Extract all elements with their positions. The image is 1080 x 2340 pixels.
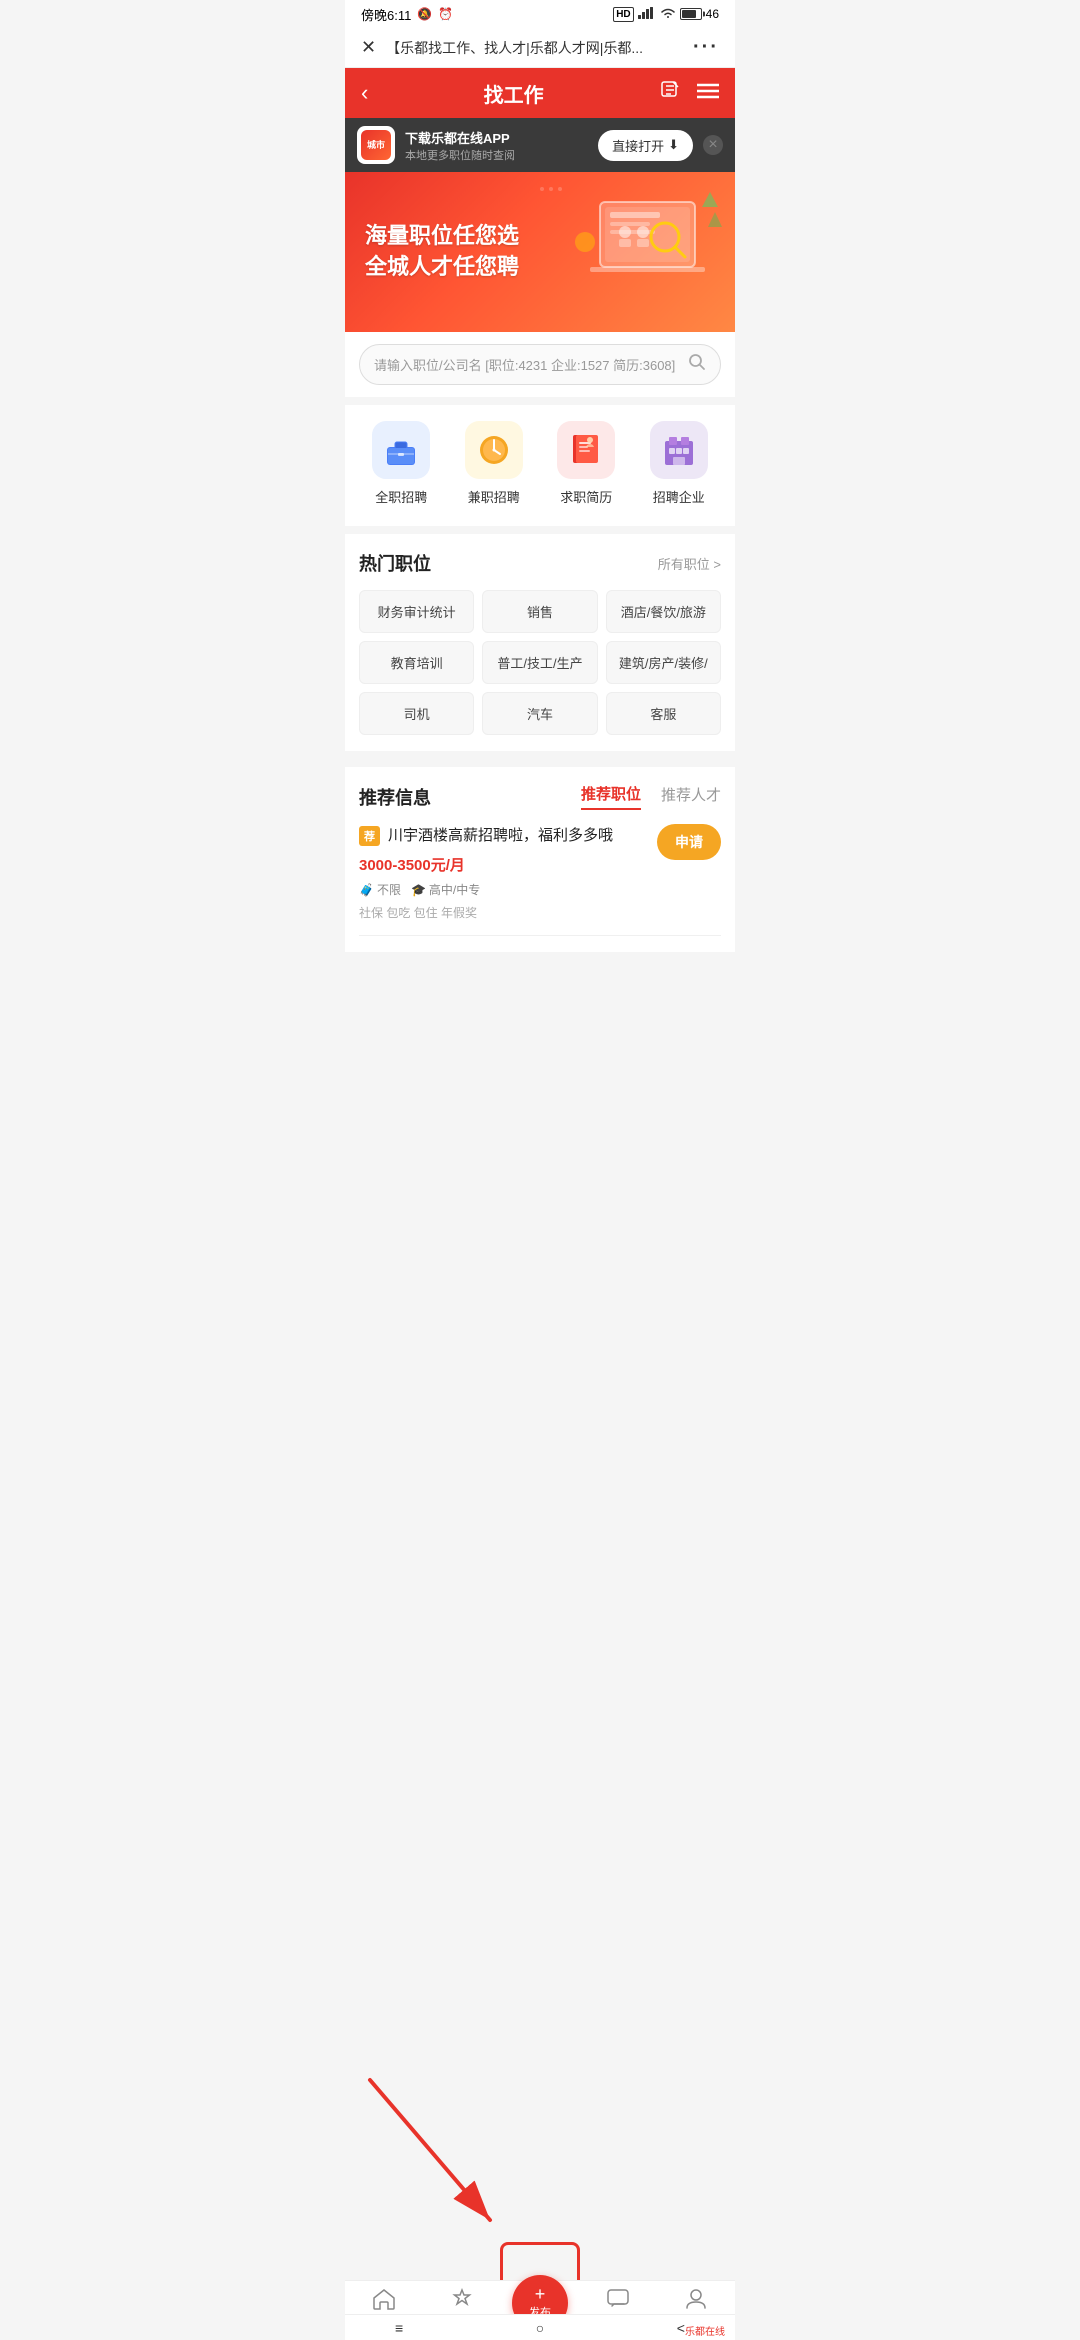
fulltime-icon: [372, 421, 430, 479]
menu-icon[interactable]: [697, 82, 719, 105]
category-resume[interactable]: 求职简历: [551, 421, 621, 506]
time-display: 傍晚6:11: [361, 5, 411, 24]
edit-icon[interactable]: [659, 79, 681, 107]
hot-jobs-title: 热门职位: [359, 550, 431, 576]
signal-icon: [638, 7, 656, 22]
message-icon: [607, 2289, 629, 2313]
job-card-0: 荐 川宇酒楼高薪招聘啦，福利多多哦 3000-3500元/月 🧳 不限 🎓: [359, 824, 721, 936]
recommend-section: 推荐信息 推荐职位 推荐人才 荐 川宇酒楼高薪招聘啦，福利多多哦 3000-35…: [345, 767, 735, 952]
resume-icon: [557, 421, 615, 479]
category-fulltime[interactable]: 全职招聘: [366, 421, 436, 506]
hot-job-tag-8[interactable]: 客服: [606, 692, 721, 735]
tab-recommended-talent[interactable]: 推荐人才: [661, 784, 721, 809]
download-arrow-icon: ⬇: [668, 137, 679, 153]
download-subtitle: 本地更多职位随时查阅: [405, 147, 588, 163]
tab-recommended-position[interactable]: 推荐职位: [581, 783, 641, 810]
app-icon-inner: 城市: [361, 130, 391, 160]
battery-icon: [680, 8, 702, 20]
hero-line2: 全城人才任您聘: [365, 252, 519, 283]
job-meta-0: 🧳 不限 🎓 高中/中专: [359, 881, 480, 898]
hot-jobs-grid: 财务审计统计 销售 酒店/餐饮/旅游 教育培训 普工/技工/生产 建筑/房产/装…: [359, 590, 721, 735]
briefcase-icon: 🧳: [359, 883, 374, 897]
download-title: 下载乐都在线APP: [405, 128, 588, 147]
notification-icon: 🔕: [417, 7, 432, 21]
hot-job-tag-3[interactable]: 教育培训: [359, 641, 474, 684]
system-home-icon[interactable]: ○: [536, 2320, 544, 2336]
job-salary-0: 3000-3500元/月: [359, 857, 465, 874]
hot-job-tag-5[interactable]: 建筑/房产/装修/: [606, 641, 721, 684]
recommend-tabs: 推荐职位 推荐人才: [581, 783, 721, 810]
hot-job-tag-1[interactable]: 销售: [482, 590, 597, 633]
hot-jobs-more[interactable]: 所有职位 >: [658, 554, 721, 573]
status-bar: 傍晚6:11 🔕 ⏰ HD: [345, 0, 735, 28]
category-enterprise[interactable]: 招聘企业: [644, 421, 714, 506]
hot-job-tag-7[interactable]: 汽车: [482, 692, 597, 735]
categories-section: 全职招聘 兼职招聘: [345, 405, 735, 526]
apply-button-0[interactable]: 申请: [657, 824, 721, 860]
back-button[interactable]: ‹: [361, 80, 368, 106]
home-icon: [372, 2288, 396, 2314]
hat-icon: 🎓: [411, 883, 426, 897]
download-close-button[interactable]: ×: [703, 135, 723, 155]
fulltime-label: 全职招聘: [375, 487, 427, 506]
hero-line1: 海量职位任您选: [365, 221, 519, 252]
system-back-icon[interactable]: <: [677, 2320, 685, 2336]
hero-banner: 海量职位任您选 全城人才任您聘: [345, 172, 735, 332]
app-header: ‹ 找工作: [345, 68, 735, 118]
download-button-label: 直接打开: [612, 136, 664, 155]
service-icon: [451, 2288, 473, 2314]
browser-close-button[interactable]: ✕: [361, 37, 376, 58]
section-divider-1: [345, 526, 735, 534]
search-placeholder: 请输入职位/公司名 [职位:4231 企业:1527 简历:3608]: [374, 355, 680, 374]
hot-jobs-section: 热门职位 所有职位 > 财务审计统计 销售 酒店/餐饮/旅游 教育培训 普工/技…: [345, 534, 735, 751]
system-menu-icon[interactable]: ≡: [395, 2320, 403, 2336]
hero-dots: [540, 187, 562, 191]
browser-more-button[interactable]: ···: [693, 36, 719, 59]
battery-level: 46: [706, 7, 719, 21]
app-icon: 城市: [357, 126, 395, 164]
job-benefits-0: 社保 包吃 包住 年假奖: [359, 904, 480, 921]
hero-illustration: [570, 182, 725, 307]
search-section: 请输入职位/公司名 [职位:4231 企业:1527 简历:3608]: [345, 332, 735, 397]
section-divider-2: [345, 751, 735, 759]
wifi-icon: [660, 7, 676, 22]
hot-job-tag-2[interactable]: 酒店/餐饮/旅游: [606, 590, 721, 633]
download-open-button[interactable]: 直接打开 ⬇: [598, 130, 693, 161]
mine-icon: [686, 2288, 706, 2314]
hd-indicator: HD: [613, 7, 633, 22]
category-parttime[interactable]: 兼职招聘: [459, 421, 529, 506]
enterprise-icon: [650, 421, 708, 479]
hot-job-tag-4[interactable]: 普工/技工/生产: [482, 641, 597, 684]
job-badge-0: 荐: [359, 826, 380, 846]
browser-title: 【乐都找工作、找人才|乐都人才网|乐都...: [386, 38, 683, 58]
arrow-annotation: [340, 2060, 540, 2260]
system-bar: ≡ ○ < 乐都在线: [345, 2314, 735, 2340]
parttime-label: 兼职招聘: [468, 487, 520, 506]
brand-text: 乐都在线: [685, 2323, 725, 2338]
job-education-0: 🎓 高中/中专: [411, 881, 480, 898]
resume-label: 求职简历: [560, 487, 612, 506]
page-title: 找工作: [484, 79, 544, 108]
hot-job-tag-0[interactable]: 财务审计统计: [359, 590, 474, 633]
browser-bar: ✕ 【乐都找工作、找人才|乐都人才网|乐都... ···: [345, 28, 735, 68]
recommend-title: 推荐信息: [359, 784, 431, 810]
publish-plus-icon: +: [535, 2285, 546, 2303]
parttime-icon: [465, 421, 523, 479]
enterprise-label: 招聘企业: [653, 487, 705, 506]
job-experience-0: 🧳 不限: [359, 881, 401, 898]
alarm-icon: ⏰: [438, 7, 453, 21]
search-icon[interactable]: [688, 353, 706, 376]
hot-job-tag-6[interactable]: 司机: [359, 692, 474, 735]
download-banner: 城市 下载乐都在线APP 本地更多职位随时查阅 直接打开 ⬇ ×: [345, 118, 735, 172]
search-bar[interactable]: 请输入职位/公司名 [职位:4231 企业:1527 简历:3608]: [359, 344, 721, 385]
